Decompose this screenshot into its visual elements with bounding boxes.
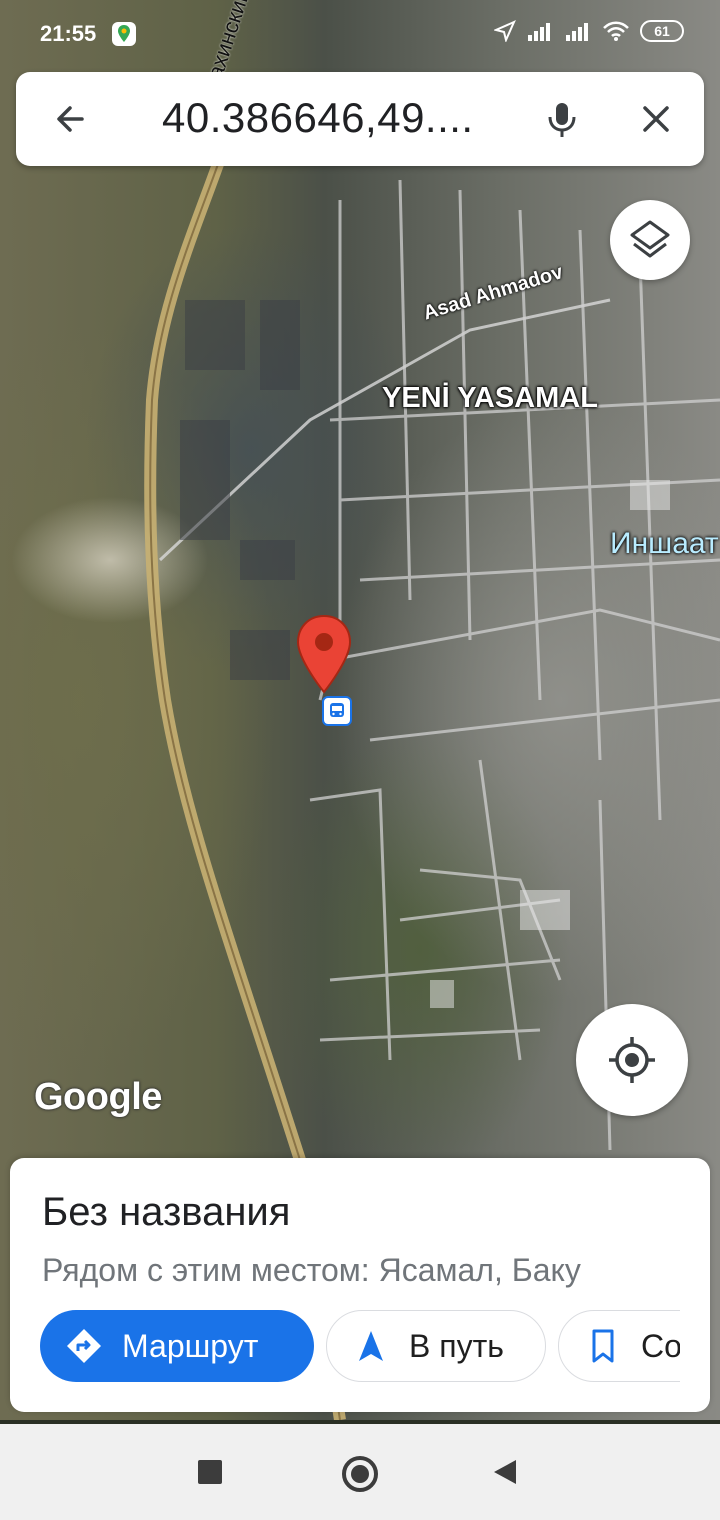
battery-icon: 61 [640, 20, 684, 42]
status-bar: 21:55 61 [0, 0, 720, 68]
signal-icon [528, 23, 550, 41]
map-label-metro-station[interactable]: Иншаат [610, 527, 719, 561]
layers-icon [630, 220, 670, 258]
status-icons: 61 [494, 20, 684, 42]
route-button-label: Маршрут [122, 1327, 259, 1364]
my-location-button[interactable] [576, 1004, 688, 1116]
search-bar[interactable]: 40.386646,49.... [16, 72, 704, 166]
place-title: Без названия [42, 1190, 291, 1234]
bus-stop-icon[interactable] [322, 696, 352, 726]
navigation-arrow-icon [359, 1331, 383, 1361]
place-actions: Маршрут В путь Со [40, 1310, 680, 1382]
save-button[interactable]: Со [558, 1310, 680, 1382]
start-navigation-button[interactable]: В путь [326, 1310, 546, 1382]
directions-icon [67, 1329, 101, 1363]
map-label-district[interactable]: YENİ YASAMAL [382, 382, 598, 415]
red-map-pin-icon[interactable] [296, 614, 352, 694]
google-logo: Google [34, 1076, 162, 1118]
place-subtitle: Рядом с этим местом: Ясамал, Баку [42, 1252, 581, 1288]
back-icon[interactable] [494, 1460, 516, 1484]
start-button-label: В путь [409, 1327, 504, 1364]
search-input[interactable]: 40.386646,49.... [162, 94, 512, 142]
microphone-icon[interactable] [538, 95, 586, 143]
wifi-icon [603, 21, 629, 41]
route-button[interactable]: Маршрут [40, 1310, 314, 1382]
location-arrow-icon [494, 20, 516, 42]
google-maps-notification-icon [112, 22, 136, 46]
back-arrow-icon[interactable] [46, 95, 94, 143]
save-button-label: Со [641, 1327, 680, 1364]
layers-button[interactable] [610, 200, 690, 280]
place-bottom-sheet[interactable]: Без названия Рядом с этим местом: Ясамал… [10, 1158, 710, 1412]
recents-icon[interactable] [198, 1460, 222, 1484]
close-icon[interactable] [632, 95, 680, 143]
my-location-icon [609, 1037, 655, 1083]
bookmark-icon [592, 1329, 614, 1363]
signal-icon [566, 23, 588, 41]
status-time: 21:55 [40, 21, 97, 46]
home-icon[interactable] [342, 1456, 378, 1492]
system-navigation-bar [0, 1424, 720, 1520]
